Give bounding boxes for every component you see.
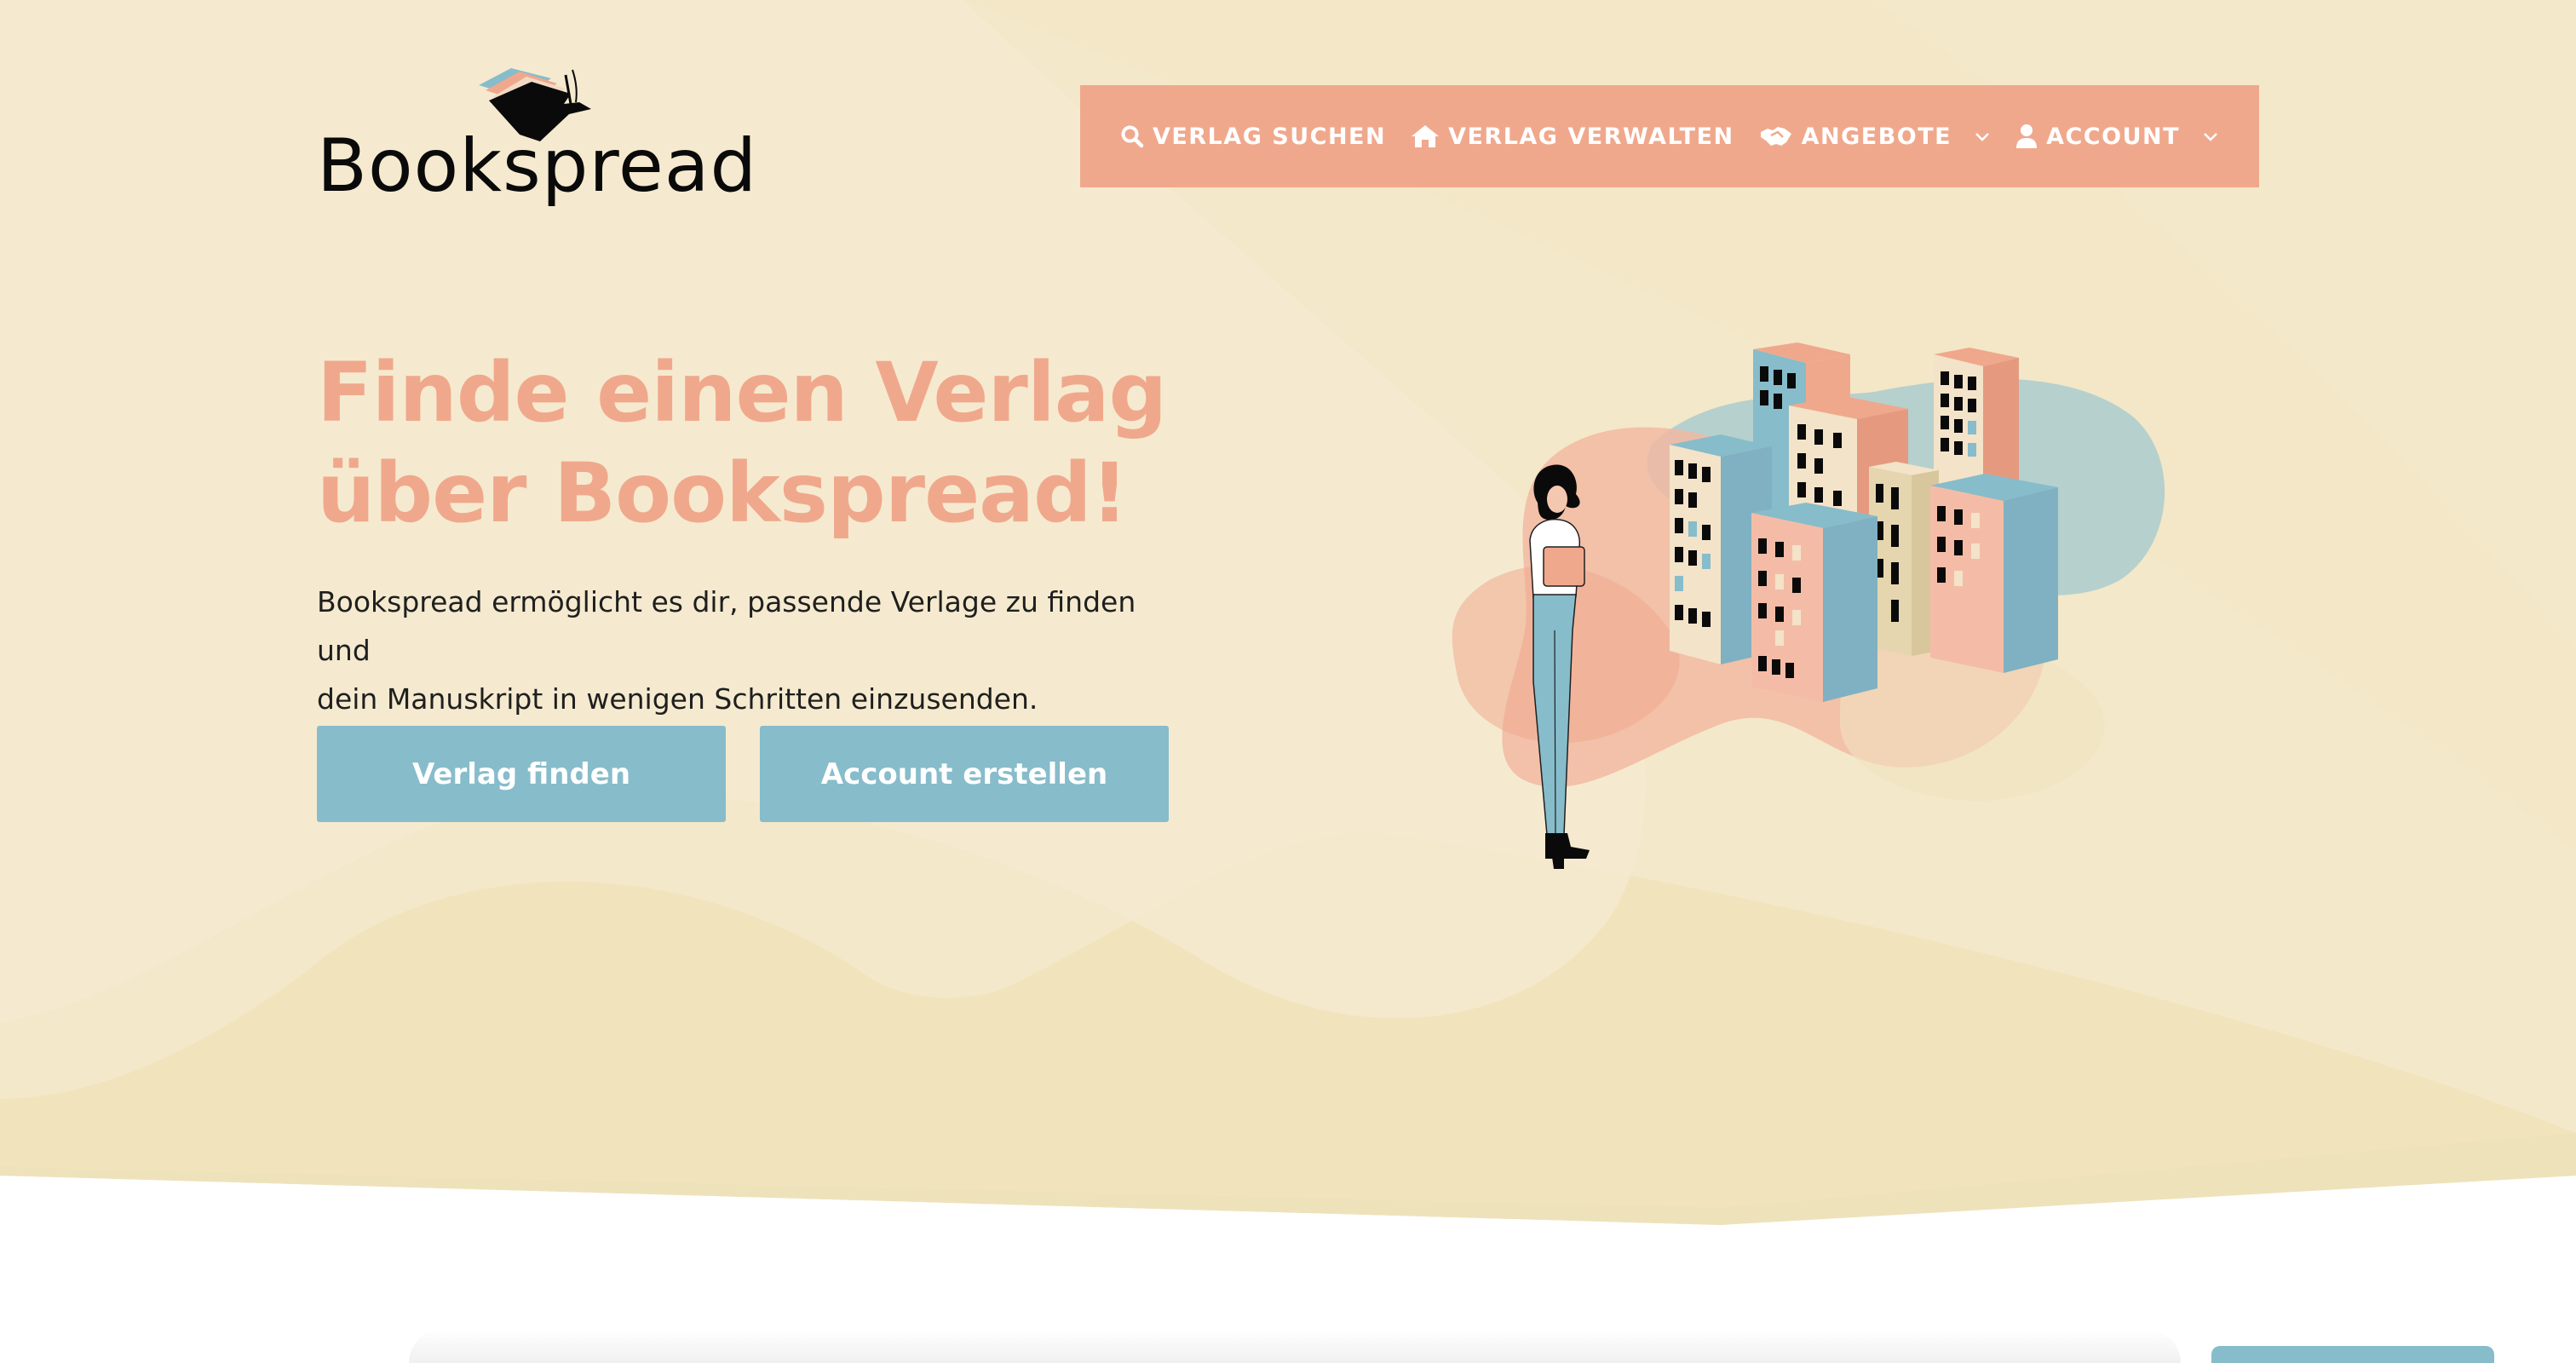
nav-item-angebote[interactable]: ANGEBOTE (1759, 124, 1992, 150)
find-publisher-button[interactable]: Verlag finden (317, 726, 726, 822)
handshake-icon (1760, 127, 1791, 146)
hero-headline-line-1: Finde einen Verlag (317, 345, 1167, 440)
nav-label: VERLAG VERWALTEN (1448, 123, 1734, 150)
brand-name: Bookspread (317, 124, 758, 209)
nav-label: VERLAG SUCHEN (1152, 123, 1387, 150)
home-icon (1412, 125, 1440, 147)
hero-intro-text: Bookspread ermöglicht es dir, passende V… (317, 578, 1186, 723)
hero-headline: Finde einen Verlag über Bookspread! (317, 342, 1167, 543)
content-card-shadow (409, 1329, 2181, 1363)
chevron-down-icon (2204, 133, 2217, 141)
building (1751, 503, 1877, 702)
create-account-button[interactable]: Account erstellen (760, 726, 1169, 822)
brand-logo[interactable]: Bookspread (317, 60, 756, 221)
page: Bookspread VERLAG SUCHEN VERLAG VERWALTE… (0, 0, 2576, 1363)
user-icon (2016, 124, 2038, 148)
cookie-banner-button-edge[interactable] (2211, 1346, 2494, 1363)
building (1930, 474, 2058, 673)
nav-item-verlag-suchen[interactable]: VERLAG SUCHEN (1120, 124, 1386, 150)
nav-label: ANGEBOTE (1801, 123, 1952, 150)
hero-headline-line-2: über Bookspread! (317, 446, 1128, 541)
search-icon (1121, 125, 1144, 148)
building (1869, 462, 1939, 656)
chevron-down-icon (1975, 133, 1990, 141)
hero-intro-line-2: dein Manuskript in wenigen Schritten ein… (317, 682, 1038, 716)
main-navigation: VERLAG SUCHEN VERLAG VERWALTEN ANGEBOTE … (1080, 85, 2259, 187)
hero-illustration (1452, 342, 2165, 869)
nav-item-verlag-verwalten[interactable]: VERLAG VERWALTEN (1411, 124, 1734, 150)
nav-label: ACCOUNT (2046, 123, 2181, 150)
hero-intro-line-1: Bookspread ermöglicht es dir, passende V… (317, 585, 1136, 667)
nav-item-account[interactable]: ACCOUNT (2015, 124, 2219, 150)
